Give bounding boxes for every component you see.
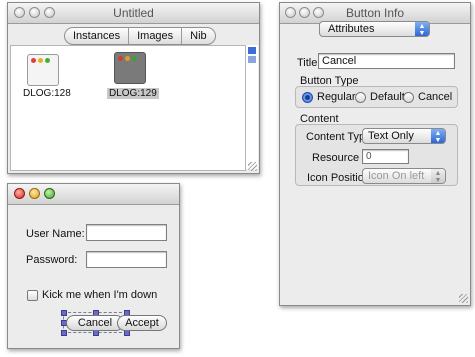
instances-pane: DLOG:128 DLOG:129 [10, 45, 246, 171]
dialog-instance-icon[interactable] [27, 54, 59, 86]
radio-default[interactable] [355, 92, 366, 103]
resize-handle[interactable] [61, 330, 67, 336]
icon-position-value: Icon On left [368, 170, 425, 182]
list-view-icon[interactable] [248, 56, 256, 63]
minimize-icon[interactable] [29, 188, 40, 199]
dialog-titlebar[interactable] [8, 184, 179, 205]
instance-label-128[interactable]: DLOG:128 [23, 88, 71, 99]
resize-grip-icon[interactable] [248, 162, 257, 171]
close-icon[interactable] [14, 188, 25, 199]
view-tab-control: Instances Images Nib [64, 27, 216, 45]
resource-id-field[interactable]: 0 [362, 149, 409, 164]
popup-arrows-icon: ▲ ▼ [431, 129, 445, 144]
instance-label-129[interactable]: DLOG:129 [107, 88, 159, 99]
radio-cancel-label: Cancel [418, 91, 453, 103]
radio-regular[interactable] [302, 92, 313, 103]
tab-nib[interactable]: Nib [182, 28, 215, 44]
radio-regular-label: Regular [317, 91, 356, 103]
radio-cancel[interactable] [403, 92, 414, 103]
resize-handle[interactable] [61, 310, 67, 316]
zoom-icon[interactable] [44, 188, 55, 199]
tab-images[interactable]: Images [129, 28, 183, 44]
button-type-group: Regular Default Cancel [295, 86, 458, 108]
login-dialog-window: User Name: Password: Kick me when I'm do… [7, 183, 180, 349]
content-type-value: Text Only [368, 130, 414, 142]
untitled-titlebar[interactable]: Untitled [8, 3, 259, 24]
password-label: Password: [26, 254, 78, 266]
resize-grip-icon[interactable] [459, 294, 468, 303]
untitled-window: Untitled Instances Images Nib DLOG:128 D… [7, 2, 260, 174]
username-label: User Name: [26, 228, 85, 240]
title-label: Title: [297, 57, 321, 69]
radio-default-label: Default [370, 91, 405, 103]
accept-button[interactable]: Accept [117, 315, 167, 331]
pane-selector-value: Attributes [328, 23, 375, 35]
kick-checkbox-label: Kick me when I'm down [42, 289, 158, 301]
info-window-title: Button Info [345, 6, 405, 20]
popup-arrows-icon: ▲ ▼ [431, 169, 445, 184]
kick-checkbox[interactable] [27, 290, 38, 301]
password-field[interactable] [86, 251, 167, 268]
popup-arrows-icon: ▲ ▼ [415, 22, 429, 37]
icon-view-icon[interactable] [248, 47, 256, 54]
tab-instances[interactable]: Instances [65, 28, 130, 44]
cancel-button[interactable]: Cancel [66, 315, 124, 331]
username-field[interactable] [86, 224, 167, 241]
dialog-instance-icon-selected[interactable] [114, 52, 146, 84]
content-group: Content Type: Text Only ▲ ▼ Resource ID: … [295, 124, 458, 186]
window-title: Untitled [113, 6, 154, 20]
content-type-popup[interactable]: Text Only ▲ ▼ [362, 128, 446, 144]
title-field[interactable]: Cancel [318, 53, 455, 69]
button-info-window: Button Info Attributes ▲ ▼ Title: Cancel … [279, 2, 471, 306]
view-mode-scroller[interactable] [246, 45, 258, 169]
icon-position-popup[interactable]: Icon On left ▲ ▼ [362, 168, 446, 184]
pane-selector-popup[interactable]: Attributes ▲ ▼ [319, 21, 430, 37]
